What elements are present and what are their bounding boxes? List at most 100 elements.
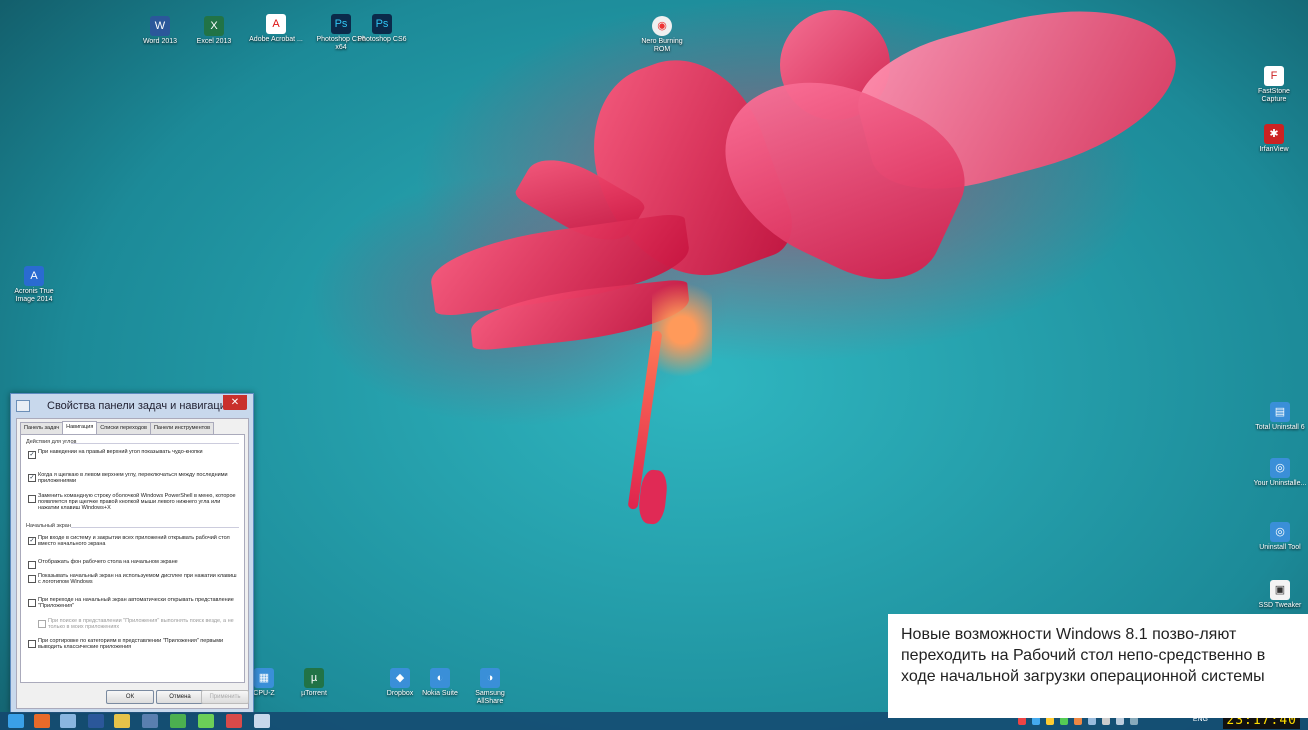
checkbox[interactable]: [28, 561, 36, 569]
desktop-icon-allshare[interactable]: ◑ Samsung AllShare: [462, 668, 518, 706]
desktop-icon-faststone[interactable]: F FastStone Capture: [1246, 66, 1302, 104]
folder-icon[interactable]: [114, 714, 130, 728]
word-icon[interactable]: [88, 714, 104, 728]
checkbox[interactable]: ✓: [28, 537, 36, 545]
dialog-titlebar[interactable]: Свойства панели задач и навигации ✕: [11, 394, 253, 416]
tray-icon[interactable]: [1032, 717, 1040, 725]
tray-icon[interactable]: [1102, 717, 1110, 725]
option-label: Показывать начальный экран на используем…: [38, 573, 237, 585]
option-label: При наведении на правый верхний угол пок…: [38, 449, 203, 455]
irfanview-icon: ✱: [1264, 124, 1284, 144]
taskbar-navigation-properties-dialog[interactable]: Свойства панели задач и навигации ✕ Пане…: [10, 393, 254, 713]
cancel-button[interactable]: Отмена: [156, 690, 204, 704]
option-label: При сортировке по категориям в представл…: [38, 638, 224, 650]
tab-strip: Панель задач Навигация Списки переходов …: [20, 421, 215, 434]
ssd-icon: ▣: [1270, 580, 1290, 600]
checkbox[interactable]: [28, 575, 36, 583]
option-desktop-background-start[interactable]: Отображать фон рабочего стола на начальн…: [28, 559, 238, 569]
tray-icon[interactable]: [1046, 717, 1054, 725]
checkbox[interactable]: [28, 599, 36, 607]
desktop-icon-acrobat[interactable]: A Adobe Acrobat ...: [248, 14, 304, 44]
tray-icon[interactable]: [1018, 717, 1026, 725]
option-desktop-apps-first[interactable]: При сортировке по категориям в представл…: [28, 638, 238, 650]
desktop-icon-uninstall-tool[interactable]: ◎ Uninstall Tool: [1252, 522, 1308, 552]
app-icon[interactable]: [226, 714, 242, 728]
nokia-icon: ◐: [430, 668, 450, 688]
desktop-icon-label: Adobe Acrobat ...: [249, 36, 303, 43]
option-powershell-winx[interactable]: Заменить командную строку оболочкой Wind…: [28, 493, 238, 511]
uninstall-icon: ▤: [1270, 402, 1290, 422]
desktop-icon-label: FastStone Capture: [1258, 88, 1290, 103]
network-icon[interactable]: [1130, 717, 1138, 725]
option-label: При переходе на начальный экран автомати…: [38, 597, 234, 609]
desktop-icon-label: µTorrent: [301, 690, 327, 697]
dialog-title: Свойства панели задач и навигации: [47, 400, 232, 412]
tray-icon[interactable]: [1074, 717, 1082, 725]
close-button[interactable]: ✕: [223, 395, 247, 410]
desktop-icon-excel[interactable]: X Excel 2013: [186, 16, 242, 46]
cpuz-icon: ▦: [254, 668, 274, 688]
option-label: Когда я щелкаю в левом верхнем углу, пер…: [38, 472, 228, 484]
uninstaller-icon: ◎: [1270, 458, 1290, 478]
dialog-body: Панель задач Навигация Списки переходов …: [16, 418, 249, 709]
desktop-icon-nero[interactable]: ◉ Nero Burning ROM: [634, 16, 690, 54]
desktop-icon-label: Nero Burning ROM: [641, 38, 683, 53]
photoshop-icon: Ps: [331, 14, 351, 34]
desktop-icon-label: Uninstall Tool: [1259, 544, 1301, 551]
desktop-icon-utorrent[interactable]: µ µTorrent: [286, 668, 342, 698]
ok-button[interactable]: ОК: [106, 690, 154, 704]
app-icon[interactable]: [170, 714, 186, 728]
desktop-icon-word[interactable]: W Word 2013: [132, 16, 188, 46]
volume-icon[interactable]: [1116, 717, 1124, 725]
start-button-icon[interactable]: [8, 714, 24, 728]
tab-navigation[interactable]: Навигация: [62, 421, 98, 434]
desktop-icon-your-uninstaller[interactable]: ◎ Your Uninstalle...: [1252, 458, 1308, 488]
window-app-icon: [16, 400, 30, 412]
option-start-on-current-display[interactable]: Показывать начальный экран на используем…: [28, 573, 238, 585]
divider: [71, 443, 239, 444]
option-label: Отображать фон рабочего стола на начальн…: [38, 559, 178, 565]
desktop-icon-label: SSD Tweaker: [1258, 602, 1302, 609]
taskbar-properties-window-icon[interactable]: [254, 714, 270, 728]
checkbox[interactable]: [28, 495, 36, 503]
desktop-icon-nokia[interactable]: ◐ Nokia Suite: [412, 668, 468, 698]
desktop-icon-total-uninstall[interactable]: ▤ Total Uninstall 6: [1252, 402, 1308, 432]
option-open-apps-view[interactable]: При переходе на начальный экран автомати…: [28, 597, 238, 609]
tab-taskbar[interactable]: Панель задач: [20, 422, 64, 434]
desktop-icon-photoshop[interactable]: Ps Photoshop CS6: [354, 14, 410, 44]
tab-toolbars[interactable]: Панели инструментов: [149, 422, 215, 434]
option-label: При входе в систему и закрытии всех прил…: [38, 535, 230, 547]
firefox-icon[interactable]: [34, 714, 50, 728]
desktop-icon-label: Excel 2013: [196, 38, 232, 45]
desktop[interactable]: W Word 2013 X Excel 2013 A Adobe Acrobat…: [0, 0, 1308, 730]
checkbox[interactable]: [28, 640, 36, 648]
desktop-icon-label: Photoshop CS6: [357, 36, 407, 43]
checkbox[interactable]: ✓: [28, 474, 36, 482]
desktop-icon-label: Total Uninstall 6: [1255, 424, 1305, 431]
desktop-icon-ssd[interactable]: ▣ SSD Tweaker: [1252, 580, 1308, 610]
option-boot-to-desktop[interactable]: ✓ При входе в систему и закрытии всех пр…: [28, 535, 238, 547]
tray-icon[interactable]: [1088, 717, 1096, 725]
checkbox: [38, 620, 46, 628]
tab-jump-lists[interactable]: Списки переходов: [96, 422, 151, 434]
app-icon[interactable]: [198, 714, 214, 728]
caption-text: Новые возможности Windows 8.1 позво-ляют…: [901, 626, 1266, 685]
nero-icon: ◉: [652, 16, 672, 36]
option-label: При поиске в представлении "Приложения" …: [48, 618, 234, 630]
divider: [71, 527, 239, 528]
tray-icon[interactable]: [1060, 717, 1068, 725]
mail-icon[interactable]: [142, 714, 158, 728]
allshare-icon: ◑: [480, 668, 500, 688]
save-icon[interactable]: [60, 714, 76, 728]
checkbox[interactable]: ✓: [28, 451, 36, 459]
option-charms-top-right[interactable]: ✓ При наведении на правый верхний угол п…: [28, 449, 238, 459]
group-title-start-screen: Начальный экран: [26, 523, 71, 529]
desktop-icon-acronis[interactable]: A Acronis True Image 2014: [6, 266, 62, 304]
word-icon: W: [150, 16, 170, 36]
desktop-icon-label: Samsung AllShare: [475, 690, 505, 705]
faststone-icon: F: [1264, 66, 1284, 86]
desktop-icon-label: IrfanView: [1259, 146, 1289, 153]
desktop-icon-label: Dropbox: [386, 690, 414, 697]
desktop-icon-irfanview[interactable]: ✱ IrfanView: [1246, 124, 1302, 154]
option-switch-apps-top-left[interactable]: ✓ Когда я щелкаю в левом верхнем углу, п…: [28, 472, 238, 484]
